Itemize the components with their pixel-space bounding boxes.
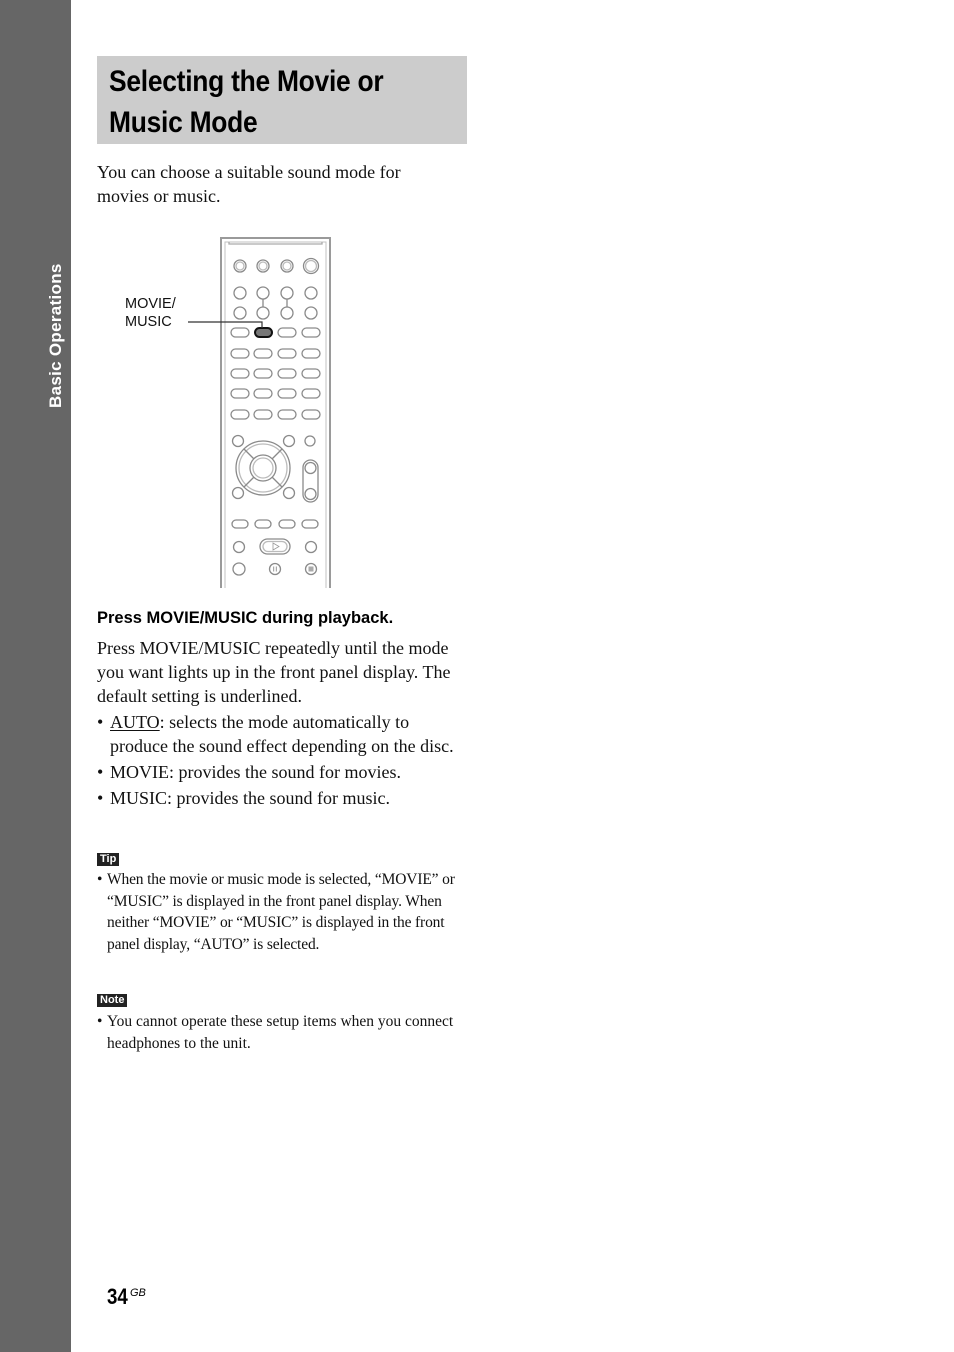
callout-label: MOVIE/ MUSIC (125, 295, 176, 331)
note-badge: Note (97, 994, 128, 1007)
option-desc: : selects the mode automatically to prod… (110, 712, 454, 756)
remote-illustration: MOVIE/ MUSIC (115, 236, 345, 588)
remote-button (304, 306, 318, 320)
remote-button (280, 286, 294, 300)
tip-list: • When the movie or music mode is selecte… (97, 869, 469, 956)
fast-forward-button (304, 540, 318, 554)
page-title: Selecting the Movie or Music Mode (109, 65, 384, 139)
remote-button (282, 434, 296, 448)
intro-text: You can choose a suitable sound mode for… (97, 162, 401, 206)
remote-button (233, 286, 247, 300)
remote-button (231, 434, 245, 448)
option-name: MOVIE (110, 762, 169, 782)
remote-button (304, 286, 318, 300)
callout-label-line1: MOVIE/ (125, 296, 176, 312)
mode-option-movie: • MOVIE: provides the sound for movies. (97, 762, 401, 782)
pause-button (268, 562, 282, 576)
remote-button (231, 486, 245, 500)
remote-control-drawing (188, 237, 331, 588)
mode-option-auto: • AUTO: selects the mode automatically to… (97, 712, 454, 756)
step-heading: Press MOVIE/MUSIC during playback. (97, 609, 394, 627)
remote-button (301, 327, 321, 338)
remote-button (233, 306, 247, 320)
page-number: 34 (107, 1284, 128, 1309)
number-keypad (230, 348, 321, 420)
step-back-button (254, 519, 272, 529)
movie-music-button (254, 327, 273, 338)
mode-option-music: • MUSIC: provides the sound for music. (97, 788, 390, 808)
mode-options-list: • AUTO: selects the mode automatically to… (97, 710, 467, 812)
step-forward-button (278, 519, 296, 529)
tip-item: • When the movie or music mode is selecte… (97, 871, 455, 954)
note-list: • You cannot operate these setup items wh… (97, 1011, 469, 1054)
next-button (301, 519, 319, 529)
remote-button (256, 306, 270, 320)
remote-body-outline (220, 237, 331, 588)
remote-button (280, 306, 294, 320)
prev-button (231, 519, 249, 529)
option-desc: : provides the sound for movies. (169, 762, 401, 782)
remote-button (230, 327, 250, 338)
tip-badge: Tip (97, 853, 120, 866)
rewind-button (232, 540, 246, 554)
remote-button (256, 286, 270, 300)
section-side-tab: Basic Operations (0, 0, 71, 1352)
option-desc: : provides the sound for music. (167, 788, 390, 808)
note-item: • You cannot operate these setup items wh… (97, 1013, 454, 1052)
remote-button (277, 327, 297, 338)
option-name: AUTO (110, 712, 160, 732)
remote-body-inner (224, 241, 327, 588)
remote-button (232, 562, 246, 576)
section-label: Basic Operations (46, 263, 65, 408)
title-box: Selecting the Movie or Music Mode (97, 56, 467, 144)
remote-button (282, 486, 296, 500)
step-body: Press MOVIE/MUSIC repeatedly until the m… (97, 638, 451, 706)
callout-label-line2: MUSIC (125, 314, 172, 330)
option-name: MUSIC (110, 788, 168, 808)
page-suffix: GB (130, 1287, 146, 1299)
remote-button (304, 435, 316, 447)
